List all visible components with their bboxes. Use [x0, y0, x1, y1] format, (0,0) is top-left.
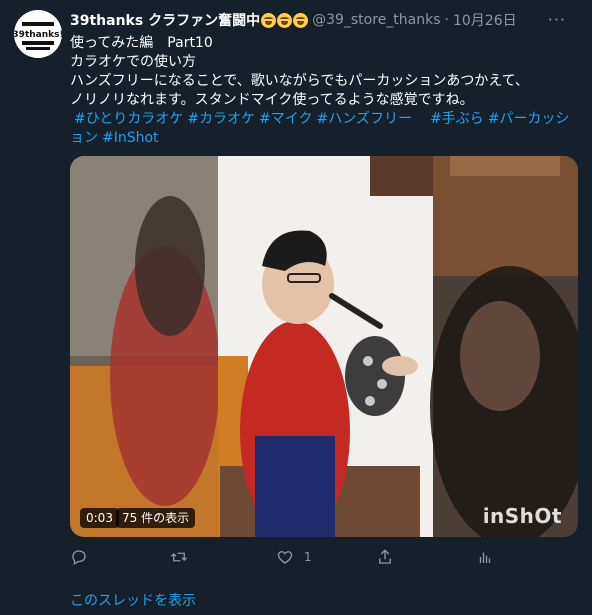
show-thread-link[interactable]: このスレッドを表示 [70, 590, 196, 610]
laughing-emoji-icon [293, 12, 309, 28]
video-player[interactable]: 0:03 75 件の表示 inShOt [70, 156, 578, 537]
tweet-date[interactable]: 10月26日 [453, 10, 517, 30]
retweet-button[interactable] [170, 546, 198, 568]
video-time-badge: 0:03 [80, 508, 119, 528]
tweet-actions: 1 [70, 546, 510, 568]
display-name[interactable]: 39thanks クラファン奮闘中 [70, 10, 260, 30]
user-handle[interactable]: @39_store_thanks [312, 12, 440, 28]
analytics-icon [479, 552, 491, 563]
hashtag-link[interactable]: #手ぶら [416, 111, 484, 127]
tweet-text-line: ハンズフリーになることで、歌いながらでもパーカッションあつかえて、 [70, 73, 529, 89]
hashtag-link[interactable]: #カラオケ [187, 111, 255, 127]
separator-dot: · [444, 12, 449, 28]
hashtag-link[interactable]: ョン [70, 130, 98, 146]
tweet-text: 使ってみた編 Part10 カラオケでの使い方 ハンズフリーになることで、歌いな… [70, 34, 582, 148]
analytics-button[interactable] [476, 546, 494, 568]
hashtag-link[interactable]: #パーカッシ [488, 111, 570, 127]
tweet-text-line: カラオケでの使い方 [70, 54, 196, 70]
hashtag-link[interactable]: #ひとりカラオケ [74, 111, 183, 127]
tweet-text-line: 使ってみた編 Part10 [70, 35, 213, 51]
more-options-icon[interactable]: ··· [548, 10, 566, 29]
share-icon [379, 549, 391, 564]
hashtag-link[interactable]: #InShot [102, 130, 159, 146]
share-button[interactable] [376, 546, 404, 568]
tweet-text-line: ノリノリなれます。スタンドマイク使ってるような感覚ですね。 [70, 92, 474, 108]
avatar-logo: 39thanks! [14, 10, 62, 58]
svg-text:39thanks!: 39thanks! [14, 30, 62, 40]
tweet: 39thanks! 39thanks クラファン奮闘中 @39_store_th… [0, 0, 592, 615]
laughing-emoji-icon [261, 12, 277, 28]
video-views-badge: 75 件の表示 [116, 508, 196, 528]
reply-icon [72, 550, 86, 565]
retweet-icon [171, 552, 187, 562]
hashtag-link[interactable]: #マイク [259, 111, 312, 127]
inshot-watermark: inShOt [482, 504, 562, 528]
like-count: 1 [304, 550, 312, 564]
hashtag-line: #ひとりカラオケ #カラオケ #マイク #ハンズフリー #手ぶら #パーカッシ [70, 110, 582, 129]
tweet-header: 39thanks クラファン奮闘中 @39_store_thanks · 10月… [70, 10, 570, 30]
laughing-emoji-icon [277, 12, 293, 28]
hashtag-line: ョン #InShot [70, 129, 582, 148]
video-frame [70, 156, 578, 537]
hashtag-link[interactable]: #ハンズフリー [317, 111, 412, 127]
reply-button[interactable] [70, 546, 98, 568]
heart-icon [277, 551, 293, 564]
like-button[interactable]: 1 [276, 546, 312, 568]
avatar[interactable]: 39thanks! [14, 10, 62, 58]
